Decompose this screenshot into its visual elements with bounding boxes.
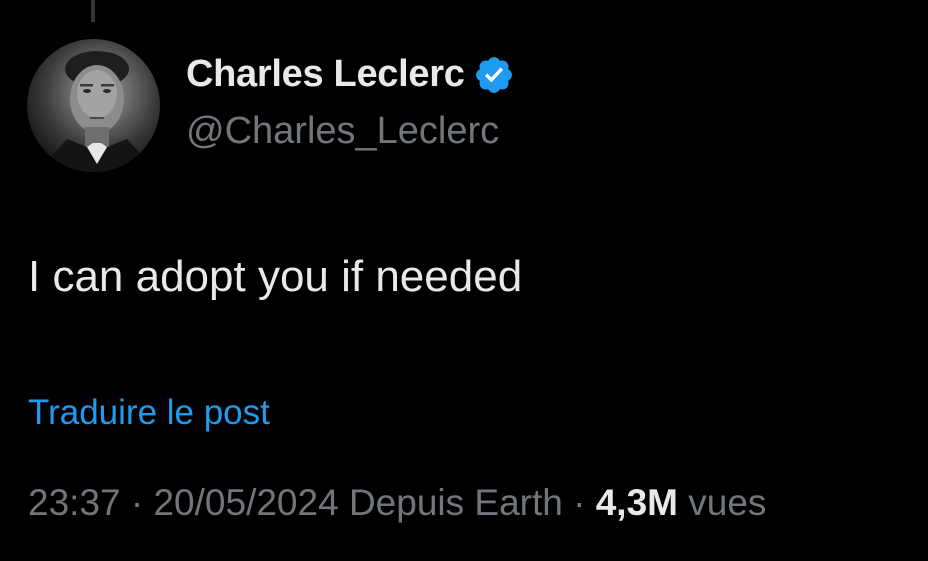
author-handle[interactable]: @Charles_Leclerc bbox=[186, 110, 499, 153]
thread-connector-line bbox=[91, 0, 95, 22]
tweet-text: I can adopt you if needed bbox=[28, 252, 523, 301]
avatar[interactable] bbox=[27, 39, 160, 172]
translate-post-link[interactable]: Traduire le post bbox=[28, 393, 270, 433]
verified-badge-icon[interactable] bbox=[473, 54, 515, 96]
author-name[interactable]: Charles Leclerc bbox=[186, 53, 465, 96]
meta-separator: · bbox=[130, 482, 144, 523]
meta-separator: · bbox=[573, 482, 586, 523]
tweet-source: Depuis Earth bbox=[348, 482, 563, 523]
tweet-time[interactable]: 23:37 bbox=[28, 482, 121, 523]
author-name-row[interactable]: Charles Leclerc bbox=[186, 53, 515, 96]
avatar-photo bbox=[37, 51, 157, 172]
tweet-date[interactable]: 20/05/2024 bbox=[153, 482, 338, 523]
views-count[interactable]: 4,3M bbox=[596, 482, 678, 523]
views-label: vues bbox=[688, 482, 767, 523]
tweet-metadata: 23:37 · 20/05/2024 Depuis Earth · 4,3M v… bbox=[28, 482, 766, 524]
